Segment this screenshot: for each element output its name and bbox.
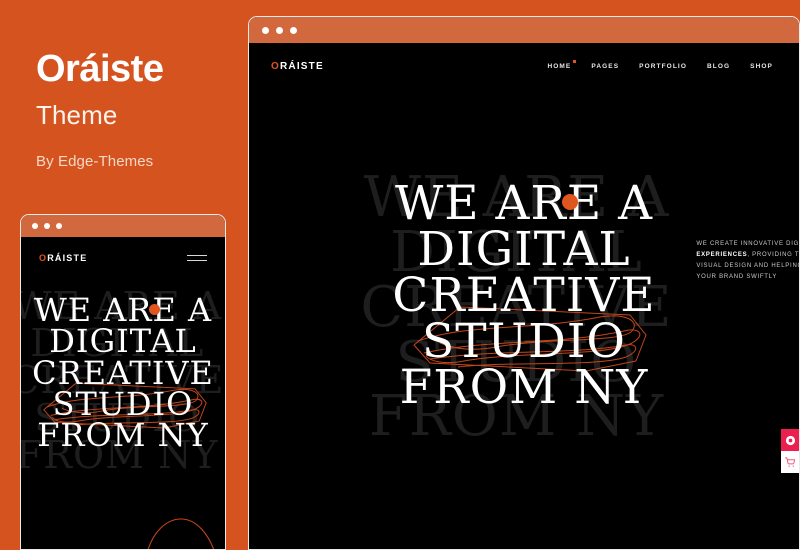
main-navigation: HOME PAGES PORTFOLIO BLOG SHOP (547, 59, 773, 70)
window-maximize-dot[interactable] (290, 26, 297, 34)
mobile-hero-headline: WE ARE A DIGITAL CREATIVE STUDIO FROM NY (32, 294, 214, 455)
social-tab-button[interactable] (781, 429, 799, 451)
hero-section: WE ARE A DIGITAL CREATIVE STUDIO FROM NY (249, 43, 799, 549)
window-minimize-dot[interactable] (276, 26, 283, 34)
promo-author: By Edge-Themes (36, 152, 154, 170)
hero-line: DIGITAL (417, 221, 631, 277)
mobile-preview-window: ORÁISTE WE ARE A DIGITAL CREATIVE STUDIO… (20, 214, 226, 550)
hero-line: WE ARE A (394, 175, 654, 231)
nav-item-pages[interactable]: PAGES (591, 63, 619, 70)
site-logo[interactable]: ORÁISTE (271, 61, 324, 72)
hero-line: FROM NY (399, 360, 649, 416)
desktop-preview-window: ORÁISTE HOME PAGES PORTFOLIO BLOG SHOP W… (248, 16, 800, 550)
hero-copy-before: WE CREATE INNOVATIVE DIGITAL (696, 240, 799, 247)
hero-copy-bold: EXPERIENCES (696, 251, 748, 258)
hero-line: FROM NY (37, 416, 209, 455)
nav-item-home[interactable]: HOME (547, 59, 577, 70)
desktop-window-titlebar (249, 17, 799, 43)
hero-text-stack: WE ARE A DIGITAL CREATIVE STUDIO FROM NY (360, 169, 799, 444)
cart-tab-button[interactable] (781, 451, 799, 473)
nav-item-home-label: HOME (547, 62, 572, 70)
mobile-hero-text-stack: WE ARE A DIGITAL CREATIVE STUDIO FROM NY (21, 287, 223, 474)
nav-item-portfolio[interactable]: PORTFOLIO (639, 63, 687, 70)
hero-line: DIGITAL (49, 322, 197, 361)
nav-item-shop[interactable]: SHOP (750, 63, 773, 70)
side-tabs (781, 429, 799, 473)
hero-line: STUDIO (422, 314, 626, 370)
mobile-site-header: ORÁISTE (21, 237, 225, 279)
mobile-site-logo-accent: O (39, 253, 48, 263)
hamburger-bar (187, 255, 207, 256)
page-title: Oráiste (36, 48, 164, 90)
nav-item-blog[interactable]: BLOG (707, 63, 730, 70)
site-logo-accent: O (271, 60, 280, 72)
desktop-site-viewport: ORÁISTE HOME PAGES PORTFOLIO BLOG SHOP W… (249, 43, 799, 549)
site-logo-rest: RÁISTE (279, 60, 324, 72)
site-header: ORÁISTE HOME PAGES PORTFOLIO BLOG SHOP (249, 43, 799, 89)
hero-description: WE CREATE INNOVATIVE DIGITAL EXPERIENCES… (696, 239, 799, 283)
mobile-site-viewport: ORÁISTE WE ARE A DIGITAL CREATIVE STUDIO… (21, 237, 225, 549)
mobile-site-logo[interactable]: ORÁISTE (39, 253, 87, 263)
shopping-cart-icon (784, 456, 795, 467)
hamburger-bar (187, 260, 207, 261)
mobile-site-logo-rest: RÁISTE (47, 253, 88, 263)
hamburger-menu-icon[interactable] (187, 255, 207, 261)
hero-line: CREATIVE (392, 267, 656, 323)
hero-headline: WE ARE A DIGITAL CREATIVE STUDIO FROM NY (392, 175, 656, 416)
mobile-window-titlebar (21, 215, 225, 237)
dribbble-icon (785, 435, 795, 445)
mobile-hero-section: WE ARE A DIGITAL CREATIVE STUDIO FROM NY (21, 237, 225, 549)
window-minimize-dot[interactable] (44, 223, 50, 229)
promo-subtitle: Theme (36, 99, 118, 130)
window-close-dot[interactable] (32, 223, 38, 229)
nav-home-badge-icon (573, 59, 577, 63)
window-maximize-dot[interactable] (56, 223, 62, 229)
window-close-dot[interactable] (262, 26, 269, 34)
